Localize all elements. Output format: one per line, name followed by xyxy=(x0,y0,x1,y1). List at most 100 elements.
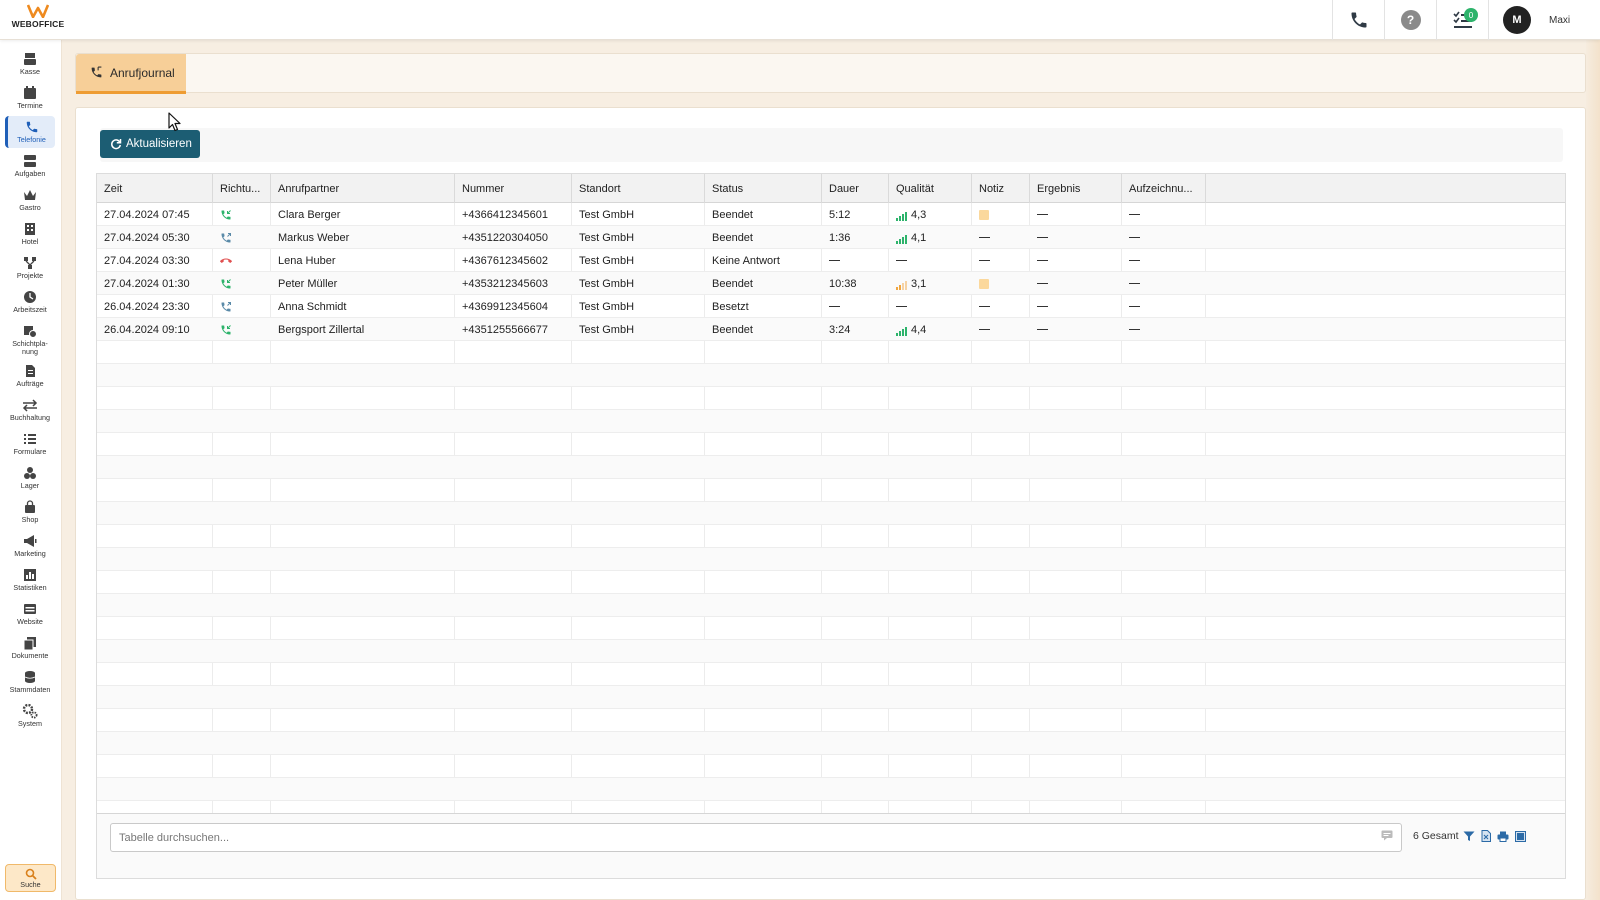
tab-anrufjournal[interactable]: Anrufjournal xyxy=(76,54,186,94)
sidebar-item-projekte[interactable]: Projekte xyxy=(5,252,55,284)
help-button[interactable]: ? xyxy=(1384,0,1436,40)
sidebar-item-label: Statistiken xyxy=(13,583,47,592)
phone-button[interactable] xyxy=(1332,0,1384,40)
table-row[interactable]: 27.04.2024 05:30 Markus Weber +43512203040… xyxy=(97,226,1565,249)
sidebar-item-hotel[interactable]: Hotel xyxy=(5,218,55,250)
column-header-zeit[interactable]: Zeit xyxy=(97,174,213,203)
sidebar-item-arbeitszeit[interactable]: Arbeitszeit xyxy=(5,286,55,318)
incoming-call-icon xyxy=(221,278,231,288)
column-header-dauer[interactable]: Dauer xyxy=(822,174,889,203)
sidebar-item-system[interactable]: System xyxy=(5,700,55,732)
empty-dash xyxy=(1037,328,1048,331)
call-journal-panel: Aktualisieren Zeit Richtu... Anrufpartne… xyxy=(75,107,1586,900)
table-search-input[interactable] xyxy=(110,823,1402,852)
table-row[interactable]: 26.04.2024 23:30 Anna Schmidt +43699123456… xyxy=(97,295,1565,318)
cell-dauer: 5:12 xyxy=(829,208,851,221)
quality-value: 3,1 xyxy=(896,278,926,290)
top-bar: WEBOFFICE ? 0 M Maxi xyxy=(0,0,1600,40)
sidebar-item-lager[interactable]: Lager xyxy=(5,462,55,494)
sidebar-item-label: Gastro xyxy=(19,203,41,212)
column-header-ergebnis[interactable]: Ergebnis xyxy=(1030,174,1122,203)
sidebar-item-formulare[interactable]: Formulare xyxy=(5,428,55,460)
signal-quality-icon xyxy=(896,234,907,244)
empty-table-row xyxy=(97,502,1565,525)
sidebar-item-telefonie[interactable]: Telefonie xyxy=(5,116,55,148)
footer-actions xyxy=(1463,829,1526,843)
weboffice-logo[interactable]: WEBOFFICE xyxy=(6,4,70,36)
sidebar-item-website[interactable]: Website xyxy=(5,598,55,630)
sidebar-item-auftraege[interactable]: Aufträge xyxy=(5,360,55,392)
cell-richtung xyxy=(213,272,271,295)
incoming-call-icon xyxy=(221,209,231,219)
chat-icon[interactable] xyxy=(1381,830,1393,841)
sidebar-item-label: Projekte xyxy=(16,271,44,280)
missed-call-icon xyxy=(220,258,232,263)
cell-aufzeichnung xyxy=(1122,226,1206,249)
empty-dash xyxy=(1037,236,1048,239)
cell-notiz xyxy=(972,318,1030,341)
print-icon[interactable] xyxy=(1497,829,1509,843)
sidebar-item-label: Aufgaben xyxy=(14,169,46,178)
table-row[interactable]: 27.04.2024 03:30 Lena Huber +4367612345602… xyxy=(97,249,1565,272)
cell-dauer xyxy=(822,295,889,318)
sidebar-search-button[interactable]: Suche xyxy=(5,864,56,892)
column-header-status[interactable]: Status xyxy=(705,174,822,203)
column-header-notiz[interactable]: Notiz xyxy=(972,174,1030,203)
refresh-icon xyxy=(111,139,122,150)
empty-table-row xyxy=(97,617,1565,640)
sidebar-item-stammdaten[interactable]: Stammdaten xyxy=(5,666,55,698)
total-count: 6 Gesamt xyxy=(1413,830,1459,842)
sidebar-item-aufgaben[interactable]: Aufgaben xyxy=(5,150,55,182)
sidebar: Kasse Termine Telefonie Aufgaben Gastro … xyxy=(0,40,62,900)
cell-status: Beendet xyxy=(712,231,753,244)
cell-anrufpartner: Markus Weber xyxy=(278,231,350,244)
sidebar-item-gastro[interactable]: Gastro xyxy=(5,184,55,216)
table-header: Zeit Richtu... Anrufpartner Nummer Stand… xyxy=(97,174,1565,203)
sidebar-item-label: System xyxy=(18,719,42,728)
tasks-button[interactable]: 0 xyxy=(1436,0,1488,40)
column-header-qualitaet[interactable]: Qualität xyxy=(889,174,972,203)
cell-standort: Test GmbH xyxy=(579,208,635,221)
table-row[interactable]: 27.04.2024 01:30 Peter Müller +43532123456… xyxy=(97,272,1565,295)
empty-table-row xyxy=(97,778,1565,801)
arrows-icon xyxy=(22,397,38,413)
empty-dash xyxy=(1037,259,1048,262)
user-menu[interactable]: M Maxi xyxy=(1488,0,1600,40)
cell-zeit: 27.04.2024 01:30 xyxy=(104,277,190,290)
sidebar-item-statistiken[interactable]: Statistiken xyxy=(5,564,55,596)
empty-dash xyxy=(1037,305,1048,308)
column-header-aufzeichnung[interactable]: Aufzeichnu... xyxy=(1122,174,1206,203)
avatar: M xyxy=(1503,6,1531,34)
sidebar-item-buchhaltung[interactable]: Buchhaltung xyxy=(5,394,55,426)
cell-anrufpartner: Peter Müller xyxy=(278,277,338,290)
column-header-standort[interactable]: Standort xyxy=(572,174,705,203)
toolbar: Aktualisieren xyxy=(100,128,1563,162)
sidebar-item-label: Buchhaltung xyxy=(10,413,50,422)
sidebar-item-kasse[interactable]: Kasse xyxy=(5,48,55,80)
column-header-anrufpartner[interactable]: Anrufpartner xyxy=(271,174,455,203)
note-icon[interactable] xyxy=(979,278,989,289)
sidebar-item-label: Schichtpla- nung xyxy=(12,339,48,356)
cell-anrufpartner: Clara Berger xyxy=(278,208,341,221)
sidebar-item-termine[interactable]: Termine xyxy=(5,82,55,114)
export-excel-icon[interactable] xyxy=(1480,829,1492,843)
right-edge xyxy=(1586,40,1600,900)
boxes-icon xyxy=(22,465,38,481)
sidebar-item-marketing[interactable]: Marketing xyxy=(5,530,55,562)
cell-nummer: +4367612345602 xyxy=(462,254,548,267)
cell-status: Beendet xyxy=(712,277,753,290)
refresh-button[interactable]: Aktualisieren xyxy=(100,130,200,158)
table-row[interactable]: 26.04.2024 09:10 Bergsport Zillertal +4351… xyxy=(97,318,1565,341)
column-header-richtung[interactable]: Richtu... xyxy=(213,174,271,203)
columns-icon[interactable] xyxy=(1514,829,1526,843)
calendar-icon xyxy=(22,85,38,101)
filter-icon[interactable] xyxy=(1463,829,1475,843)
sidebar-item-shop[interactable]: Shop xyxy=(5,496,55,528)
table-row[interactable]: 27.04.2024 07:45 Clara Berger +43664123456… xyxy=(97,203,1565,226)
tab-bar: Anrufjournal xyxy=(75,53,1586,94)
note-icon[interactable] xyxy=(979,209,989,220)
sidebar-item-dokumente[interactable]: Dokumente xyxy=(5,632,55,664)
quality-value: 4,1 xyxy=(896,232,926,244)
sidebar-item-schichtplanung[interactable]: Schichtpla- nung xyxy=(5,320,55,358)
column-header-nummer[interactable]: Nummer xyxy=(455,174,572,203)
